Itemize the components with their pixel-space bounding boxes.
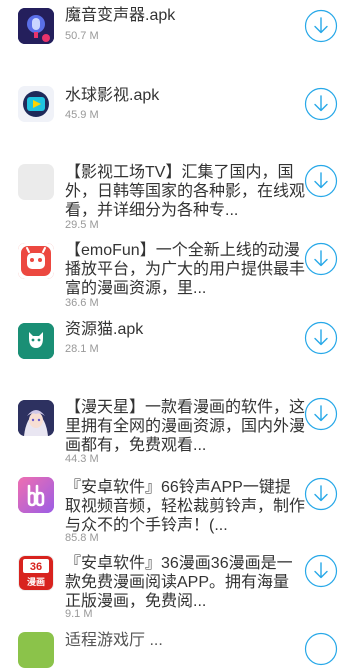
item-title: 资源猫.apk <box>65 321 144 338</box>
download-icon <box>304 242 338 276</box>
item-title: 『安卓软件』66铃声APP一键提取视频音频，轻松裁剪铃声，制作与众不的个手铃声！… <box>65 479 305 534</box>
item-size: 45.9 M <box>65 109 99 121</box>
ringtone-app-icon <box>18 477 54 513</box>
comic-36-app-icon: 36 漫画 <box>18 555 54 591</box>
item-size: 85.8 M <box>65 532 99 544</box>
list-item[interactable]: 【emoFun】一个全新上线的动漫播放平台，为广大的用户提供最丰富的漫画资源，里… <box>0 236 354 316</box>
item-title: 水球影视.apk <box>65 87 160 104</box>
download-button[interactable] <box>304 554 338 588</box>
item-title: 【emoFun】一个全新上线的动漫播放平台，为广大的用户提供最丰富的漫画资源，里… <box>65 242 305 297</box>
item-size: 29.5 M <box>65 219 99 231</box>
svg-text:36: 36 <box>30 561 42 573</box>
download-button[interactable] <box>304 242 338 276</box>
download-button[interactable] <box>304 9 338 43</box>
item-title: 【影视工场TV】汇集了国内，国外，日韩等国家的各种影，在线观看，并详细分为各种专… <box>65 164 305 219</box>
item-title: 适程游戏厅 ... <box>65 632 163 649</box>
list-item[interactable]: 适程游戏厅 ... <box>0 630 354 668</box>
download-icon <box>304 9 338 43</box>
item-size: 28.1 M <box>65 343 99 355</box>
item-title: 魔音变声器.apk <box>65 7 176 24</box>
download-button[interactable] <box>304 87 338 121</box>
item-size: 44.3 M <box>65 453 99 465</box>
download-icon <box>304 87 338 121</box>
voice-changer-app-icon <box>18 8 54 44</box>
download-button[interactable] <box>304 632 338 666</box>
download-icon <box>304 632 338 666</box>
anime-avatar-app-icon <box>18 400 54 436</box>
download-icon <box>304 554 338 588</box>
download-button[interactable] <box>304 164 338 198</box>
list-item[interactable]: 【影视工场TV】汇集了国内，国外，日韩等国家的各种影，在线观看，并详细分为各种专… <box>0 158 354 236</box>
list-item[interactable]: 『安卓软件』66铃声APP一键提取视频音频，轻松裁剪铃声，制作与众不的个手铃声！… <box>0 476 354 554</box>
list-item[interactable]: 36 漫画 『安卓软件』36漫画36漫画是一款免费漫画阅读APP。拥有海量正版漫… <box>0 554 354 630</box>
list-item[interactable]: 水球影视.apk 45.9 M <box>0 78 354 158</box>
placeholder-app-icon <box>18 164 54 200</box>
download-button[interactable] <box>304 477 338 511</box>
item-size: 36.6 M <box>65 297 99 309</box>
download-icon <box>304 477 338 511</box>
item-title: 『安卓软件』36漫画36漫画是一款免费漫画阅读APP。拥有海量正版漫画，免费阅.… <box>65 555 293 610</box>
emofun-app-icon <box>18 243 54 279</box>
video-play-app-icon <box>18 86 54 122</box>
list-item[interactable]: 资源猫.apk 28.1 M <box>0 316 354 396</box>
item-size: 50.7 M <box>65 30 99 42</box>
svg-text:漫画: 漫画 <box>27 576 45 588</box>
download-icon <box>304 164 338 198</box>
download-button[interactable] <box>304 321 338 355</box>
item-title: 【漫天星】一款看漫画的软件，这里拥有全网的漫画资源，国内外漫画都有，免费观看..… <box>65 399 305 454</box>
item-size: 9.1 M <box>65 608 93 620</box>
download-icon <box>304 397 338 431</box>
download-icon <box>304 321 338 355</box>
cat-app-icon <box>18 323 54 359</box>
download-button[interactable] <box>304 397 338 431</box>
list-item[interactable]: 【漫天星】一款看漫画的软件，这里拥有全网的漫画资源，国内外漫画都有，免费观看..… <box>0 396 354 476</box>
list-item[interactable]: 魔音变声器.apk 50.7 M <box>0 0 354 78</box>
partial-app-icon <box>18 632 54 668</box>
